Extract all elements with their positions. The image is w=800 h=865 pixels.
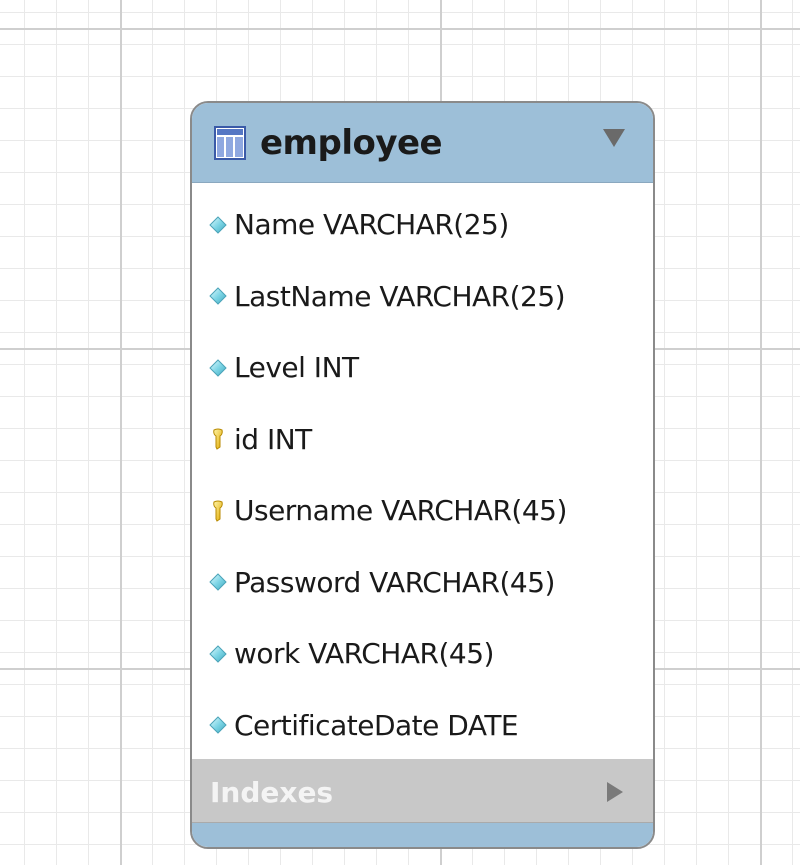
column-diamond-icon <box>209 359 227 377</box>
column-row[interactable]: id INT <box>192 404 653 476</box>
column-label: Password VARCHAR(45) <box>234 565 555 599</box>
column-label: Name VARCHAR(25) <box>234 208 509 242</box>
employee-table[interactable]: employee Name VARCHAR(25) LastName VARCH… <box>190 101 655 849</box>
column-list: Name VARCHAR(25) LastName VARCHAR(25) Le… <box>192 183 653 761</box>
column-label: id INT <box>234 422 312 456</box>
column-label: work VARCHAR(45) <box>234 637 494 671</box>
column-row[interactable]: CertificateDate DATE <box>192 690 653 762</box>
column-diamond-icon <box>209 573 227 591</box>
table-name: employee <box>260 122 443 163</box>
primary-key-icon <box>213 500 223 522</box>
table-icon <box>214 125 246 160</box>
expand-arrow-icon[interactable] <box>607 782 623 802</box>
column-row[interactable]: work VARCHAR(45) <box>192 618 653 690</box>
indexes-label: Indexes <box>210 775 334 809</box>
column-diamond-icon <box>209 287 227 305</box>
column-row[interactable]: Name VARCHAR(25) <box>192 189 653 261</box>
column-row[interactable]: Username VARCHAR(45) <box>192 475 653 547</box>
table-header[interactable]: employee <box>192 103 653 183</box>
primary-key-icon <box>213 428 223 450</box>
column-row[interactable]: LastName VARCHAR(25) <box>192 261 653 333</box>
column-row[interactable]: Password VARCHAR(45) <box>192 547 653 619</box>
column-label: Username VARCHAR(45) <box>234 494 567 528</box>
column-diamond-icon <box>209 716 227 734</box>
column-label: Level INT <box>234 351 359 385</box>
collapse-arrow-icon[interactable] <box>603 129 625 147</box>
table-footer <box>192 822 653 847</box>
indexes-section[interactable]: Indexes <box>192 759 653 825</box>
column-label: CertificateDate DATE <box>234 708 519 742</box>
column-row[interactable]: Level INT <box>192 332 653 404</box>
column-diamond-icon <box>209 216 227 234</box>
column-diamond-icon <box>209 645 227 663</box>
column-label: LastName VARCHAR(25) <box>234 279 566 313</box>
